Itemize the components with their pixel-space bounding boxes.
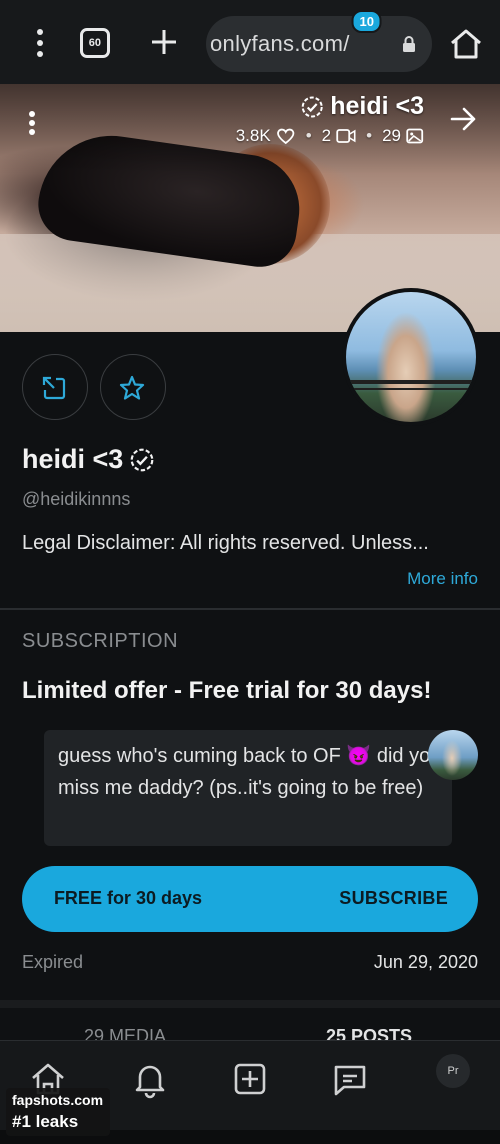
likes-stat: 3.8K [236, 126, 296, 146]
mirrored-page: onlyfans.com/ 60 heidi <3 29 • 2 • 3.8K … [0, 0, 500, 1144]
display-name: heidi <3 [22, 444, 124, 474]
messages-icon[interactable] [330, 1059, 370, 1099]
subscription-section: SUBSCRIPTION Limited offer - Free trial … [22, 630, 478, 705]
home-icon[interactable] [446, 24, 486, 64]
new-tab-icon[interactable] [148, 26, 180, 58]
display-name-row: heidi <3 [22, 444, 478, 475]
verified-icon [130, 448, 154, 471]
share-button[interactable] [22, 354, 88, 420]
video-icon [336, 129, 356, 143]
star-icon [119, 375, 145, 400]
watermark-tagline: #1 leaks [12, 1112, 79, 1131]
promo-message: guess who's cuming back to OF 😈 did you … [44, 730, 452, 846]
profile-info: heidi <3 @heidikinnns Legal Disclaimer: … [22, 444, 478, 589]
back-arrow-icon[interactable] [448, 104, 478, 134]
profile-stats: 29 • 2 • 3.8K [236, 126, 424, 146]
url-text: onlyfans.com/ [210, 31, 350, 56]
tab-count: 60 [88, 37, 102, 49]
bio-text: Legal Disclaimer: All rights reserved. U… [22, 532, 429, 554]
videos-stat: 2 [322, 126, 356, 146]
subscribe-button[interactable]: SUBSCRIBE FREE for 30 days [22, 866, 478, 932]
share-icon [42, 376, 66, 400]
offer-text: Limited offer - Free trial for 30 days! [22, 677, 432, 704]
free-trial-label: FREE for 30 days [53, 888, 202, 908]
more-info-link[interactable]: More info [22, 569, 478, 589]
messages-badge: 10 [351, 10, 382, 33]
expired-row: Expired Jun 29, 2020 [22, 952, 478, 976]
lock-icon [403, 36, 415, 52]
browser-menu-icon[interactable] [36, 28, 44, 58]
subscribe-label: SUBSCRIBE [339, 888, 448, 908]
heart-icon [277, 128, 295, 145]
expired-label: Expired [22, 952, 84, 972]
tab-count-button[interactable]: 60 [80, 28, 110, 58]
favorite-button[interactable] [100, 354, 166, 420]
content-tabs: 25 POSTS 29 MEDIA [0, 1000, 500, 1046]
expired-date: Jun 29, 2020 [373, 952, 478, 972]
message-avatar [428, 730, 478, 780]
add-post-icon[interactable] [230, 1059, 270, 1099]
profile-menu-icon[interactable] [28, 110, 36, 136]
divider [0, 608, 500, 610]
cover-header: heidi <3 29 • 2 • 3.8K [0, 84, 500, 174]
profile-nav-avatar[interactable]: Pr [436, 1054, 470, 1088]
watermark: fapshots.com #1 leaks [6, 1088, 110, 1136]
avatar[interactable] [342, 288, 480, 426]
bell-icon[interactable] [130, 1059, 170, 1099]
address-bar[interactable]: onlyfans.com/ [206, 16, 432, 72]
promo-message-text: guess who's cuming back to OF 😈 did you … [58, 745, 442, 799]
username: @heidikinnns [22, 489, 131, 509]
cover-display-name: heidi <3 [300, 92, 424, 121]
image-icon [406, 128, 424, 144]
subscription-title: SUBSCRIPTION [22, 630, 179, 652]
verified-icon [301, 96, 323, 117]
browser-toolbar: onlyfans.com/ 60 [0, 0, 500, 84]
photos-stat: 29 [382, 126, 424, 146]
watermark-site: fapshots.com [12, 1092, 104, 1108]
